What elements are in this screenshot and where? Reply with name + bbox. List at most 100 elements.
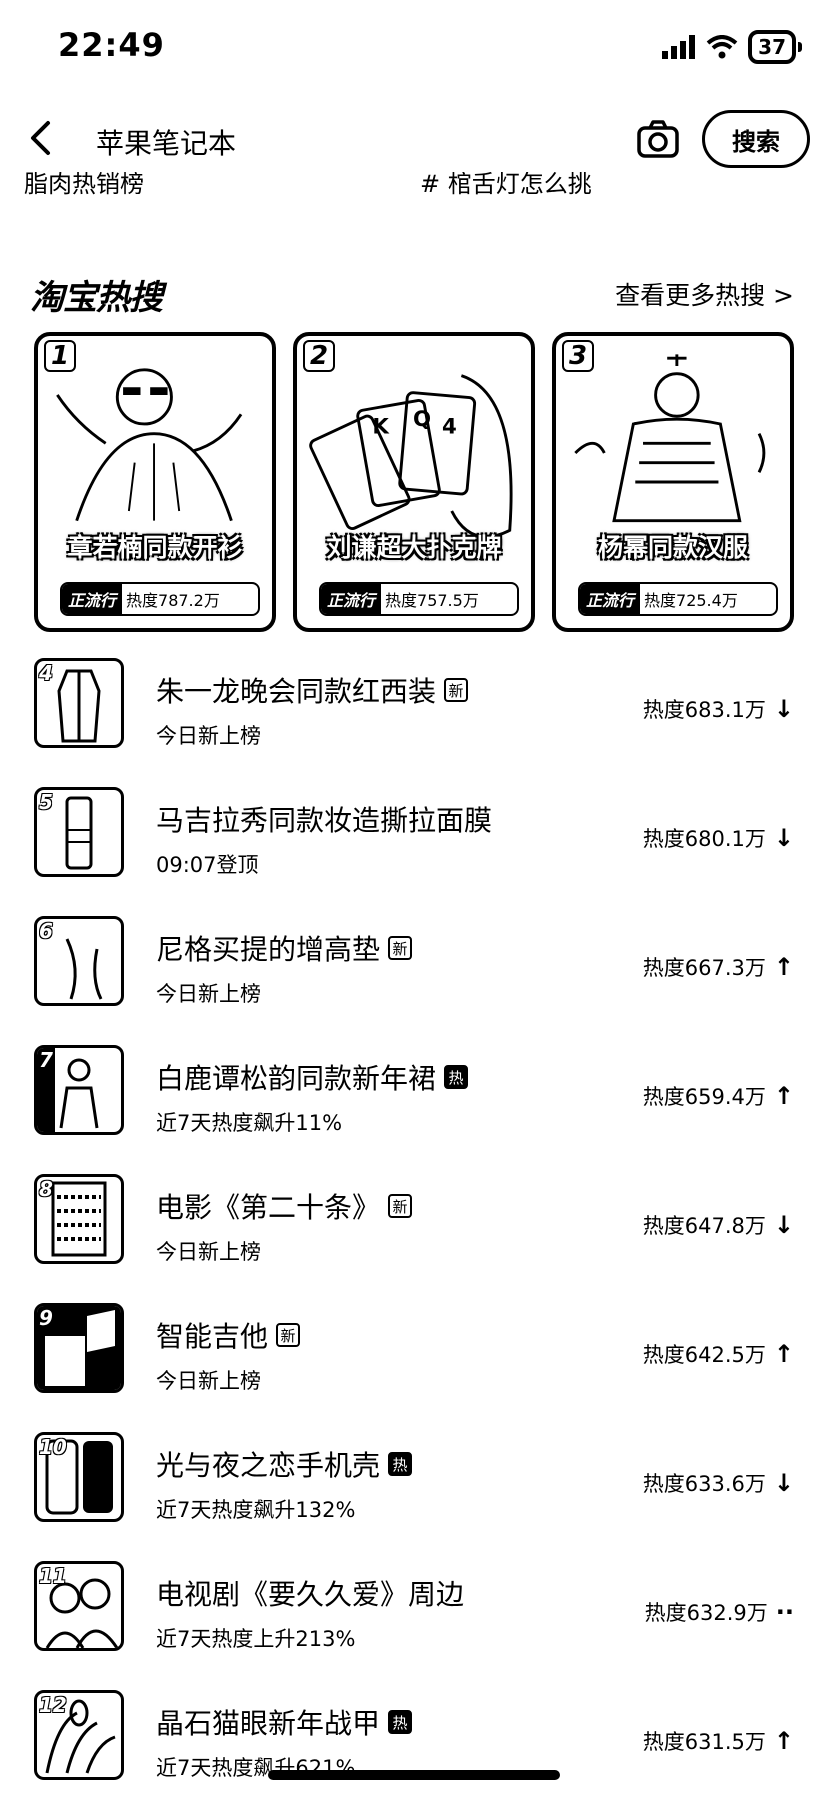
svg-text:K: K [372,415,390,440]
product-thumbnail: 4 [34,658,124,748]
search-query-text[interactable]: 苹果笔记本 [96,122,236,162]
trend-up-icon: ↑ [773,1082,794,1110]
trend-tag: 正流行 [62,584,123,614]
suggestion-chip[interactable]: # 棺舌灯怎么挑 [420,172,592,200]
home-indicator[interactable] [268,1770,560,1780]
search-button[interactable]: 搜索 [702,110,810,168]
product-thumbnail: 5 [34,787,124,877]
product-thumbnail: 9 [34,1303,124,1393]
list-item[interactable]: 6 尼格买提的增高垫新 今日新上榜 热度667.3万 ↑ [0,916,828,1028]
trend-up-icon: ↑ [773,1727,794,1755]
item-title: 电影《第二十条》新 [156,1186,413,1226]
rank-badge: 1 [44,340,77,372]
svg-text:4: 4 [442,415,457,440]
item-subtitle: 近7天热度上升213% [156,1627,356,1651]
product-thumbnail: 8 [34,1174,124,1264]
heat-value: 热度633.6万 ↓ [642,1469,794,1497]
list-item[interactable]: 9 智能吉他新 今日新上榜 热度642.5万 ↑ [0,1303,828,1415]
list-item[interactable]: 11 电视剧《要久久爱》周边 近7天热度上升213% 热度632.9万 ·· [0,1561,828,1673]
new-badge: 新 [388,936,413,960]
new-badge: 新 [444,678,469,702]
trend-down-icon: ↓ [773,695,794,723]
item-subtitle: 近7天热度飙升11% [156,1111,343,1135]
hot-card[interactable]: 1 章若楠同款开衫 正流行 热度787.2万 [34,332,276,632]
heat-value: 热度725.4万 [644,591,738,610]
heat-value: 热度787.2万 [126,591,220,610]
camera-icon [637,120,679,158]
more-hot-search-link[interactable]: 查看更多热搜 > [615,276,794,312]
rank-number: 8 [39,1177,53,1201]
signal-icon [662,35,696,59]
new-badge: 新 [276,1323,301,1347]
product-thumbnail: 11 [34,1561,124,1651]
card-title: 刘谦超大扑克牌 [326,533,502,562]
list-item[interactable]: 4 朱一龙晚会同款红西装新 今日新上榜 热度683.1万 ↓ [0,658,828,770]
item-subtitle: 今日新上榜 [156,1240,261,1264]
camera-button[interactable] [636,118,680,162]
list-item[interactable]: 8 电影《第二十条》新 今日新上榜 热度647.8万 ↓ [0,1174,828,1286]
rank-number: 7 [39,1048,53,1072]
battery-icon: 37 [748,30,802,64]
item-title: 光与夜之恋手机壳热 [156,1444,413,1484]
wifi-icon [706,35,738,59]
heat-value: 热度683.1万 ↓ [642,695,794,723]
heat-value: 热度667.3万 ↑ [642,953,794,981]
trend-up-icon: ↑ [773,1340,794,1368]
card-title: 杨幂同款汉服 [597,533,748,562]
trend-tag: 正流行 [321,584,382,614]
rank-badge: 3 [562,340,595,372]
trend-flat-icon: ·· [775,1598,794,1626]
product-thumbnail: 6 [34,916,124,1006]
item-title: 朱一龙晚会同款红西装新 [156,670,469,710]
trend-tag: 正流行 [580,584,641,614]
rank-number: 4 [39,661,53,685]
rank-number: 9 [39,1306,53,1330]
suggestion-chip[interactable]: 脂肉热销榜 [24,172,144,200]
rank-number: 11 [39,1564,67,1588]
new-badge: 新 [388,1194,413,1218]
hot-card[interactable]: K Q 4 2 刘谦超大扑克牌 正流行 热度757.5万 [293,332,535,632]
heat-badge: 正流行 热度787.2万 [60,582,260,616]
list-item[interactable]: 10 光与夜之恋手机壳热 近7天热度飙升132% 热度633.6万 ↓ [0,1432,828,1544]
item-title: 电视剧《要久久爱》周边 [156,1578,465,1611]
product-thumbnail: 12 [34,1690,124,1780]
hot-badge: 热 [388,1710,413,1734]
section-title: 淘宝热搜 [30,278,163,318]
svg-text:Q: Q [413,407,431,432]
list-item[interactable]: 5 马吉拉秀同款妆造撕拉面膜 09:07登顶 热度680.1万 ↓ [0,787,828,899]
heat-value: 热度647.8万 ↓ [642,1211,794,1239]
list-item[interactable]: 12 晶石猫眼新年战甲热 近7天热度飙升621% 热度631.5万 ↑ [0,1690,828,1802]
status-time: 22:49 [58,26,165,64]
heat-value: 热度757.5万 [385,591,479,610]
heat-value: 热度659.4万 ↑ [642,1082,794,1110]
item-title: 白鹿谭松韵同款新年裙热 [156,1057,469,1097]
list-item[interactable]: 7 白鹿谭松韵同款新年裙热 近7天热度飙升11% 热度659.4万 ↑ [0,1045,828,1157]
status-icons: 37 [662,30,802,64]
item-subtitle: 今日新上榜 [156,1369,261,1393]
product-thumbnail: 10 [34,1432,124,1522]
card-title: 章若楠同款开衫 [67,533,243,562]
hot-badge: 热 [388,1452,413,1476]
item-subtitle: 近7天热度飙升132% [156,1498,356,1522]
item-title: 智能吉他新 [156,1315,301,1355]
item-title: 马吉拉秀同款妆造撕拉面膜 [156,804,493,837]
heat-value: 热度642.5万 ↑ [642,1340,794,1368]
trend-down-icon: ↓ [773,824,794,852]
chevron-left-icon [31,121,50,155]
item-subtitle: 今日新上榜 [156,982,261,1006]
hot-badge: 热 [444,1065,469,1089]
item-subtitle: 今日新上榜 [156,724,261,748]
heat-value: 热度680.1万 ↓ [642,824,794,852]
trend-down-icon: ↓ [773,1469,794,1497]
heat-badge: 正流行 热度725.4万 [578,582,778,616]
rank-number: 5 [39,790,53,814]
rank-number: 6 [39,919,53,943]
rank-number: 12 [39,1693,67,1717]
heat-badge: 正流行 热度757.5万 [319,582,519,616]
trend-down-icon: ↓ [773,1211,794,1239]
rank-badge: 2 [303,340,336,372]
heat-value: 热度632.9万 ·· [644,1598,794,1626]
hot-card[interactable]: 3 杨幂同款汉服 正流行 热度725.4万 [552,332,794,632]
item-subtitle: 09:07登顶 [156,853,259,877]
back-button[interactable] [28,120,52,163]
